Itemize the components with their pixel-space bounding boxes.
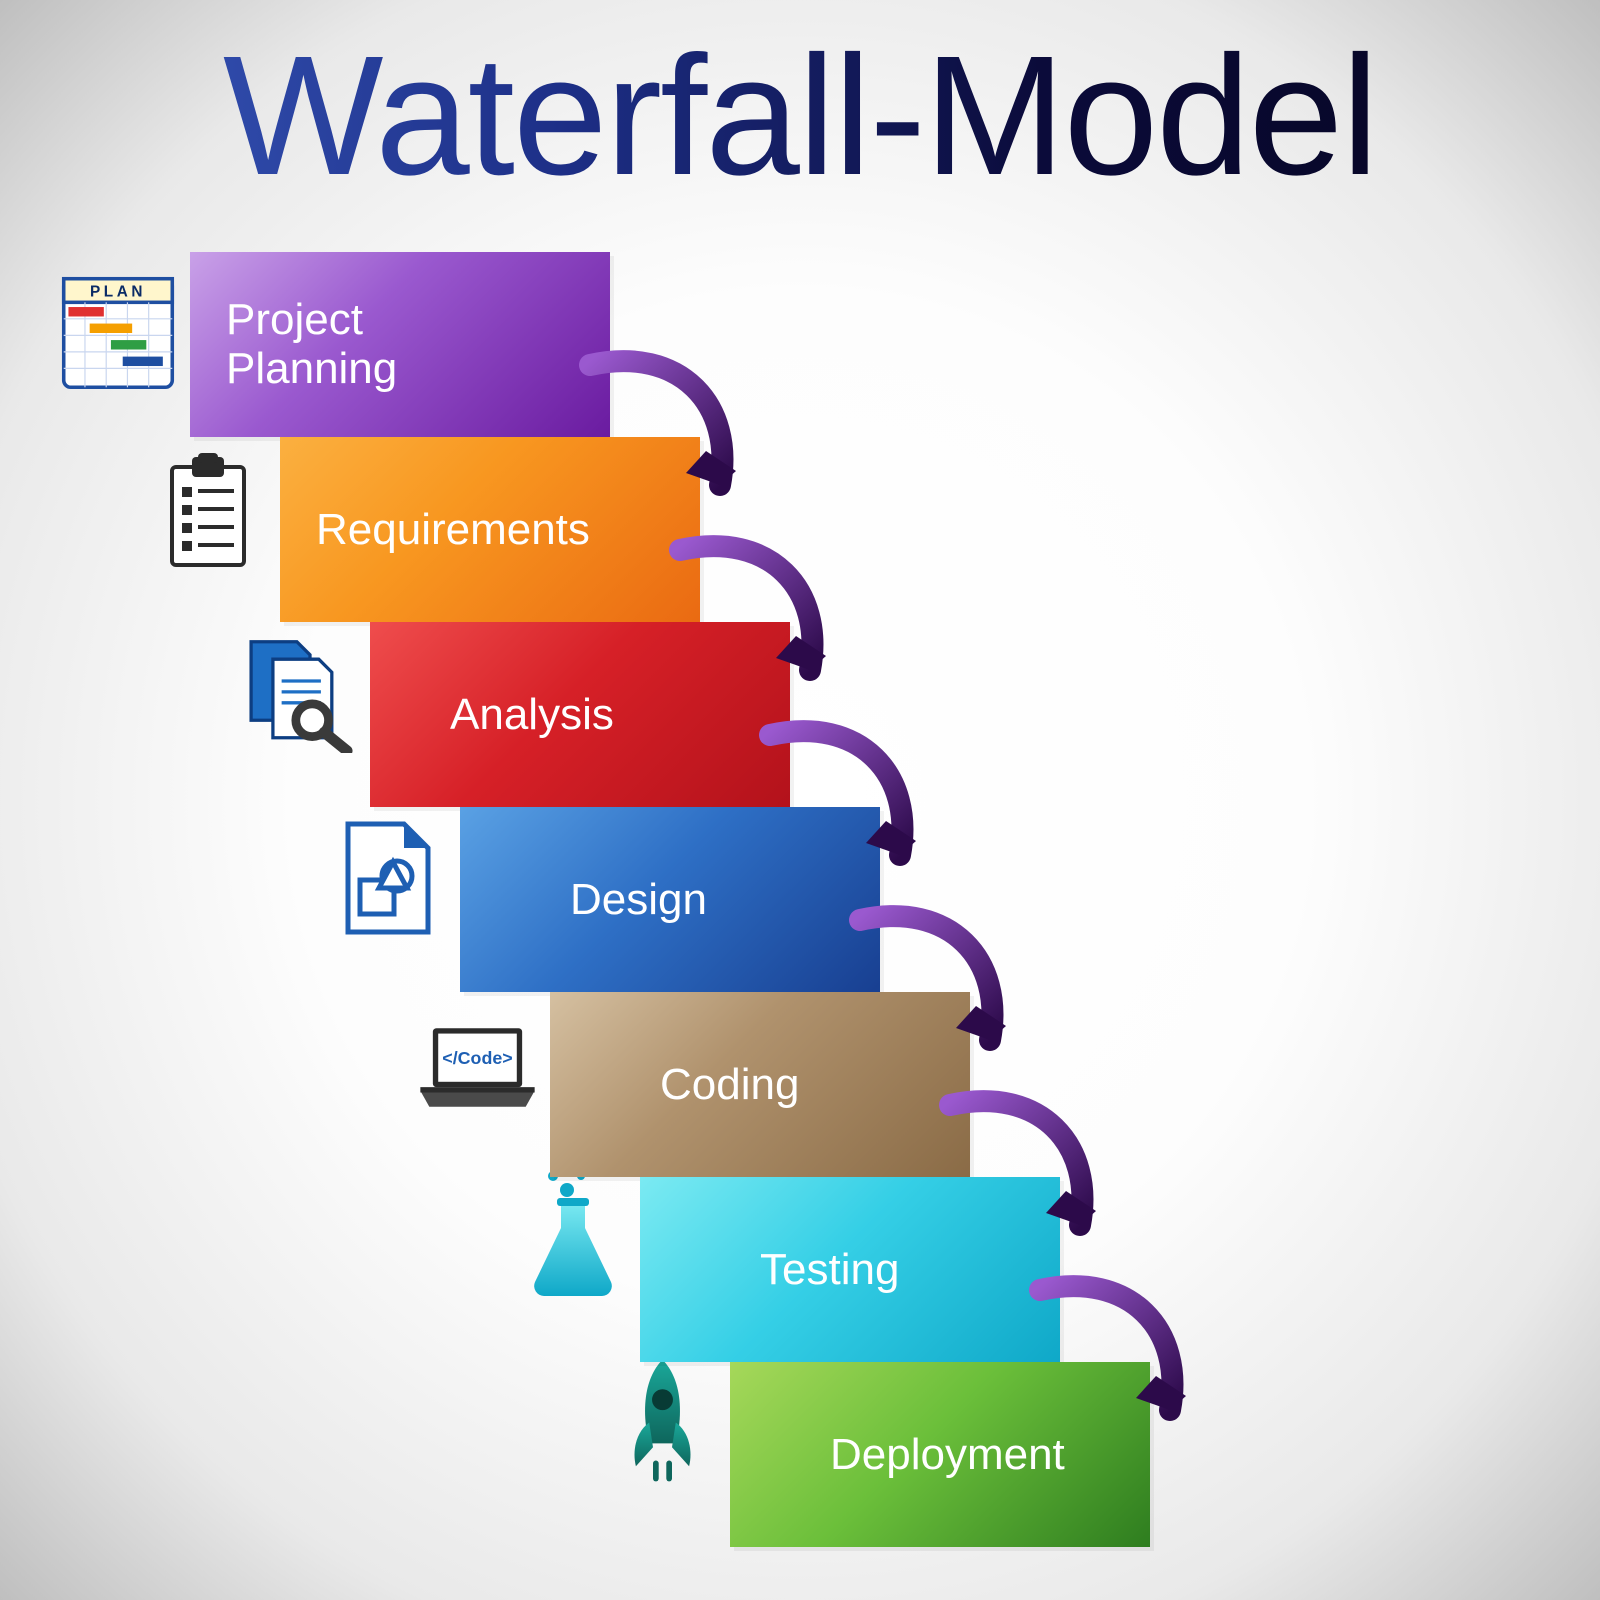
blueprint-icon	[325, 815, 450, 940]
step-design: Design	[460, 807, 880, 992]
gantt-label: PLAN	[90, 283, 146, 300]
gantt-chart-icon: PLAN	[55, 270, 180, 395]
waterfall-diagram: PLAN	[0, 0, 1600, 1600]
flask-icon	[510, 1170, 635, 1295]
step-label: Analysis	[450, 690, 614, 740]
step-project-planning: ProjectPlanning	[190, 252, 610, 437]
step-label: Deployment	[830, 1430, 1065, 1480]
clipboard-icon	[145, 450, 270, 575]
step-label: ProjectPlanning	[226, 296, 397, 393]
step-label: Testing	[760, 1245, 899, 1295]
laptop-code-icon: </Code>	[415, 1005, 540, 1130]
search-docs-icon	[235, 630, 360, 755]
step-deployment: Deployment	[730, 1362, 1150, 1547]
step-label: Coding	[660, 1060, 799, 1110]
step-label: Requirements	[316, 505, 590, 555]
step-analysis: Analysis	[370, 622, 790, 807]
step-coding: Coding	[550, 992, 970, 1177]
step-requirements: Requirements	[280, 437, 700, 622]
rocket-icon	[600, 1360, 725, 1485]
step-label: Design	[570, 875, 707, 925]
laptop-code-label: </Code>	[442, 1048, 512, 1068]
step-testing: Testing	[640, 1177, 1060, 1362]
